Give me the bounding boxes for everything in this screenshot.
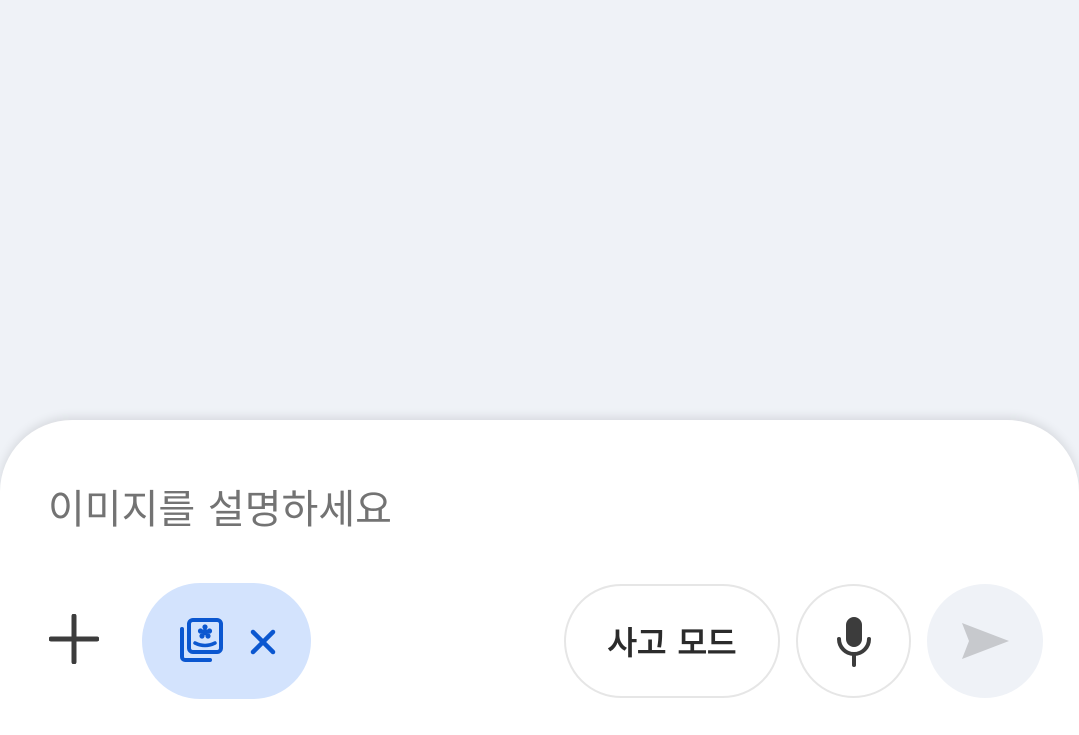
close-icon [250, 629, 276, 655]
image-mode-chip[interactable] [142, 583, 311, 699]
microphone-icon [836, 617, 871, 667]
add-button[interactable] [38, 598, 110, 680]
thinking-mode-button[interactable]: 사고 모드 [564, 584, 780, 698]
app-screen: 사고 모드 [0, 0, 1079, 735]
voice-input-button[interactable] [796, 584, 911, 698]
image-gallery-icon [180, 618, 223, 662]
thinking-mode-label: 사고 모드 [607, 624, 737, 662]
prompt-composer: 사고 모드 [0, 420, 1079, 735]
send-button[interactable] [927, 584, 1043, 698]
remove-image-mode-button[interactable] [246, 625, 280, 659]
send-icon [962, 623, 1009, 659]
plus-icon [49, 614, 99, 664]
prompt-input[interactable] [48, 482, 948, 538]
